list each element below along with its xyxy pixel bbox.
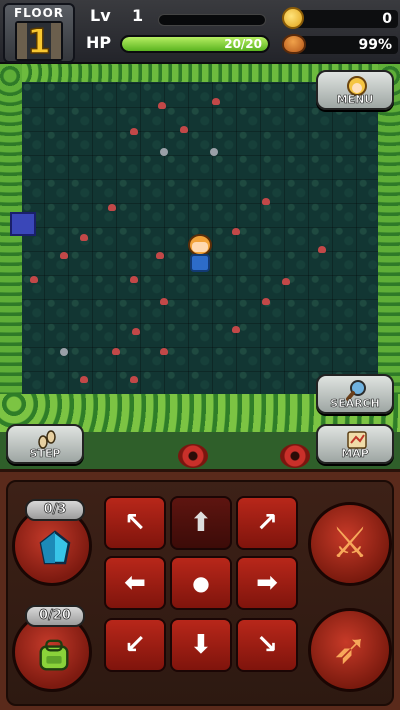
mushroom xyxy=(30,276,38,283)
crystal-icon xyxy=(39,530,71,565)
mushroom xyxy=(232,228,240,235)
bow-icon: ➶ xyxy=(332,624,368,673)
crystal-slot-button[interactable]: 0/3 xyxy=(12,499,92,586)
dpad-right[interactable]: ➡ xyxy=(236,556,298,610)
hud-bar: FLOOR 1 Lv 1 HP 20/20 0 99% xyxy=(0,0,400,64)
sword-icon: ⚔ xyxy=(331,518,369,567)
coin-icon xyxy=(282,7,304,29)
coin-bar: 0 xyxy=(294,10,398,28)
dpad-up-left[interactable]: ↖ xyxy=(104,496,166,550)
mushroom xyxy=(156,252,164,259)
pebble xyxy=(210,148,218,156)
step-button[interactable]: STEP xyxy=(6,424,84,464)
mushroom xyxy=(60,252,68,259)
mushroom xyxy=(108,204,116,211)
food-counter: 99% xyxy=(282,33,398,57)
menu-button[interactable]: MENU xyxy=(316,70,394,110)
mushroom xyxy=(262,198,270,205)
search-button[interactable]: SEARCH xyxy=(316,374,394,414)
mushroom xyxy=(80,234,88,241)
hero-face xyxy=(192,242,208,252)
mushroom xyxy=(160,348,168,355)
mushroom xyxy=(262,298,270,305)
hero-body xyxy=(190,254,210,272)
pebble xyxy=(160,148,168,156)
mushroom xyxy=(282,278,290,285)
floor-number: 1 xyxy=(26,22,51,62)
bag-slot-button[interactable]: 0/20 xyxy=(12,605,92,692)
coin-counter: 0 xyxy=(282,7,398,29)
control-panel-inner: 0/3 0/20 ↖ ⬆ ↗ ⬅ ● ➡ ↙ ⬇ ↘ ⚔ ➶ xyxy=(6,480,394,706)
mushroom xyxy=(130,276,138,283)
bag-count: 0/20 xyxy=(25,605,85,627)
mushroom xyxy=(130,376,138,383)
search-label: SEARCH xyxy=(330,397,380,411)
dpad-center[interactable]: ● xyxy=(170,556,232,610)
mushroom xyxy=(132,328,140,335)
mushroom xyxy=(112,348,120,355)
hp-text: 20/20 xyxy=(224,37,262,51)
level-label: Lv xyxy=(90,6,111,25)
hero-character xyxy=(185,234,215,276)
crystal-count: 0/3 xyxy=(25,499,85,521)
rafflesia-flower xyxy=(280,444,310,468)
mushroom xyxy=(232,326,240,333)
dpad-down[interactable]: ⬇ xyxy=(170,618,232,672)
food-bar: 99% xyxy=(294,36,398,54)
dpad-up-right[interactable]: ↗ xyxy=(236,496,298,550)
dpad-left[interactable]: ⬅ xyxy=(104,556,166,610)
hp-label: HP xyxy=(86,33,112,52)
food-value: 99% xyxy=(358,37,392,53)
backpack-icon xyxy=(39,639,69,671)
mushroom xyxy=(318,246,326,253)
map-button[interactable]: MAP xyxy=(316,424,394,464)
coin-value: 0 xyxy=(382,11,392,27)
menu-label: MENU xyxy=(336,93,374,107)
xp-bar xyxy=(158,14,266,26)
hp-bar: 20/20 xyxy=(120,35,270,53)
pebble xyxy=(60,348,68,356)
mushroom xyxy=(130,128,138,135)
map-label: MAP xyxy=(341,447,369,461)
mushroom xyxy=(80,376,88,383)
floor-frame: 1 xyxy=(15,21,63,62)
stairs-tile[interactable] xyxy=(10,212,36,236)
dpad-down-right[interactable]: ↘ xyxy=(236,618,298,672)
floor-badge: FLOOR 1 xyxy=(3,3,75,63)
mushroom xyxy=(212,98,220,105)
dpad-down-left[interactable]: ↙ xyxy=(104,618,166,672)
bread-icon xyxy=(282,34,306,54)
dungeon-field[interactable]: MENU SEARCH STEP MAP xyxy=(0,64,400,469)
sword-attack-button[interactable]: ⚔ xyxy=(308,502,392,586)
floor-label: FLOOR xyxy=(13,6,65,20)
mushroom xyxy=(158,102,166,109)
level-value: 1 xyxy=(132,6,144,25)
rafflesia-flower xyxy=(178,444,208,468)
dpad-up[interactable]: ⬆ xyxy=(170,496,232,550)
bow-attack-button[interactable]: ➶ xyxy=(308,608,392,692)
control-panel: 0/3 0/20 ↖ ⬆ ↗ ⬅ ● ➡ ↙ ⬇ ↘ ⚔ ➶ xyxy=(0,469,400,710)
mushroom xyxy=(180,126,188,133)
mushroom xyxy=(160,298,168,305)
step-label: STEP xyxy=(29,447,61,461)
